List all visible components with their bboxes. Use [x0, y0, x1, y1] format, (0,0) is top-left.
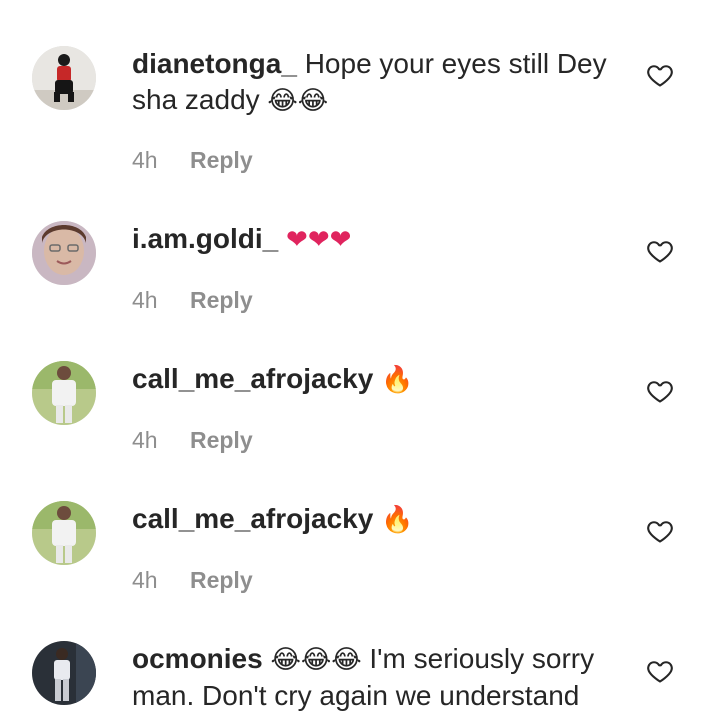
comment-time: 4h	[132, 147, 158, 173]
heart-outline-icon[interactable]	[646, 517, 674, 545]
avatar[interactable]	[32, 221, 96, 285]
comment-username[interactable]: call_me_afrojacky	[132, 363, 373, 394]
avatar[interactable]	[32, 46, 96, 110]
reply-button[interactable]: Reply	[190, 287, 253, 313]
fire-emoji: 🔥	[381, 505, 414, 535]
reply-button[interactable]: Reply	[190, 147, 253, 173]
comment-text: call_me_afrojacky 🔥	[132, 361, 612, 398]
comment-text: i.am.goldi_ ❤❤❤	[132, 221, 612, 258]
comment-time: 4h	[132, 427, 158, 453]
comment-username[interactable]: call_me_afrojacky	[132, 503, 373, 534]
comment-meta: 4h Reply	[132, 287, 253, 314]
comment-meta: 4h Reply	[132, 427, 253, 454]
comment-time: 4h	[132, 287, 158, 313]
laughing-emoji: 😂😂	[267, 86, 329, 116]
avatar-photo	[32, 501, 96, 565]
comment-time: 4h	[132, 567, 158, 593]
comment-meta: 4h Reply	[132, 147, 253, 174]
comment-username[interactable]: ocmonies	[132, 643, 263, 674]
reply-button[interactable]: Reply	[190, 567, 253, 593]
avatar-photo	[32, 641, 96, 705]
fire-emoji: 🔥	[381, 365, 414, 395]
avatar[interactable]	[32, 361, 96, 425]
heart-outline-icon[interactable]	[646, 237, 674, 265]
red-heart-emoji: ❤❤❤	[286, 225, 352, 255]
avatar-photo	[32, 46, 96, 110]
comment-text: ocmonies 😂😂😂 I'm seriously sorry man. Do…	[132, 641, 612, 714]
avatar-photo	[32, 221, 96, 285]
avatar-photo	[32, 361, 96, 425]
avatar[interactable]	[32, 641, 96, 705]
comment-username[interactable]: i.am.goldi_	[132, 223, 278, 254]
comment-text: dianetonga_ Hope your eyes still Dey sha…	[132, 46, 612, 119]
comment-text: call_me_afrojacky 🔥	[132, 501, 612, 538]
avatar[interactable]	[32, 501, 96, 565]
laughing-emoji: 😂😂😂	[270, 645, 362, 675]
heart-outline-icon[interactable]	[646, 61, 674, 89]
heart-outline-icon[interactable]	[646, 657, 674, 685]
heart-outline-icon[interactable]	[646, 377, 674, 405]
comment-username[interactable]: dianetonga_	[132, 48, 297, 79]
reply-button[interactable]: Reply	[190, 427, 253, 453]
comment-meta: 4h Reply	[132, 567, 253, 594]
